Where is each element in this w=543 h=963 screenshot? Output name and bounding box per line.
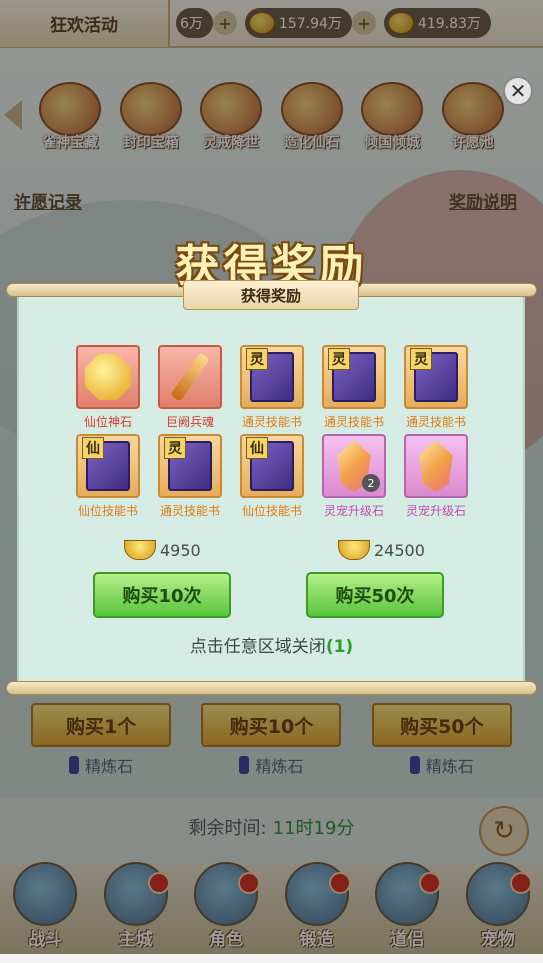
skill-book-icon: 灵 [328,348,376,402]
reward-item[interactable]: 仙位神石 [68,345,148,430]
item-frame: 2 [322,434,386,498]
price-10: 4950 [124,540,201,560]
book-tag: 灵 [164,437,186,459]
crystal-icon [419,440,453,492]
price-value: 24500 [374,540,425,560]
item-name: 灵宠升级石 [323,504,384,518]
book-tag: 灵 [246,348,268,370]
reward-grid: 仙位神石 巨阙兵魂 灵 通灵技能书 灵 通灵技能书 灵 通灵技能书 仙 仙位技能… [68,345,480,519]
item-frame: 灵 [158,434,222,498]
price-value: 4950 [160,540,201,560]
close-hint-text: 点击任意区域关闭 [189,637,326,657]
item-frame [158,345,222,409]
book-tag: 灵 [328,348,350,370]
item-name: 灵宠升级石 [405,504,466,518]
item-frame: 灵 [322,345,386,409]
sword-icon [170,352,210,402]
close-hint: 点击任意区域关闭(1) [0,632,543,657]
yellow-gem-icon [85,354,131,400]
price-50: 24500 [338,540,425,560]
item-name: 仙位神石 [83,415,132,429]
item-name: 通灵技能书 [405,415,466,429]
item-frame: 仙 [240,434,304,498]
item-name: 通灵技能书 [241,415,302,429]
reward-item[interactable]: 灵 通灵技能书 [150,434,230,519]
modal-subtitle: 获得奖励 [183,280,359,310]
reward-item[interactable]: 巨阙兵魂 [150,345,230,430]
book-tag: 仙 [82,437,104,459]
book-tag: 仙 [246,437,268,459]
book-tag: 灵 [410,348,432,370]
buy-10-times-button[interactable]: 购买10次 [93,572,231,618]
buy-50-times-button[interactable]: 购买50次 [306,572,444,618]
skill-book-icon: 仙 [82,437,130,491]
item-name: 仙位技能书 [241,504,302,518]
skill-book-icon: 仙 [246,437,294,491]
reward-item[interactable]: 灵宠升级石 [396,434,476,519]
item-frame: 仙 [76,434,140,498]
item-frame: 灵 [240,345,304,409]
item-frame: 灵 [404,345,468,409]
skill-book-icon: 灵 [410,348,458,402]
scroll-rod-bottom [6,681,537,695]
skill-book-icon: 灵 [164,437,212,491]
bottom-strip [0,954,543,963]
item-frame [76,345,140,409]
close-icon[interactable]: ✕ [503,76,533,106]
item-name: 巨阙兵魂 [165,415,214,429]
item-name: 仙位技能书 [77,504,138,518]
reward-item[interactable]: 灵 通灵技能书 [314,345,394,430]
reward-item[interactable]: 2 灵宠升级石 [314,434,394,519]
item-count: 2 [362,474,380,492]
reward-item[interactable]: 灵 通灵技能书 [396,345,476,430]
item-name: 通灵技能书 [159,504,220,518]
reward-item[interactable]: 仙 仙位技能书 [232,434,312,519]
reward-item[interactable]: 灵 通灵技能书 [232,345,312,430]
reward-item[interactable]: 仙 仙位技能书 [68,434,148,519]
item-frame [404,434,468,498]
gold-ingot-icon [124,540,156,560]
gold-ingot-icon [338,540,370,560]
skill-book-icon: 灵 [246,348,294,402]
item-name: 通灵技能书 [323,415,384,429]
close-countdown: (1) [325,637,354,657]
